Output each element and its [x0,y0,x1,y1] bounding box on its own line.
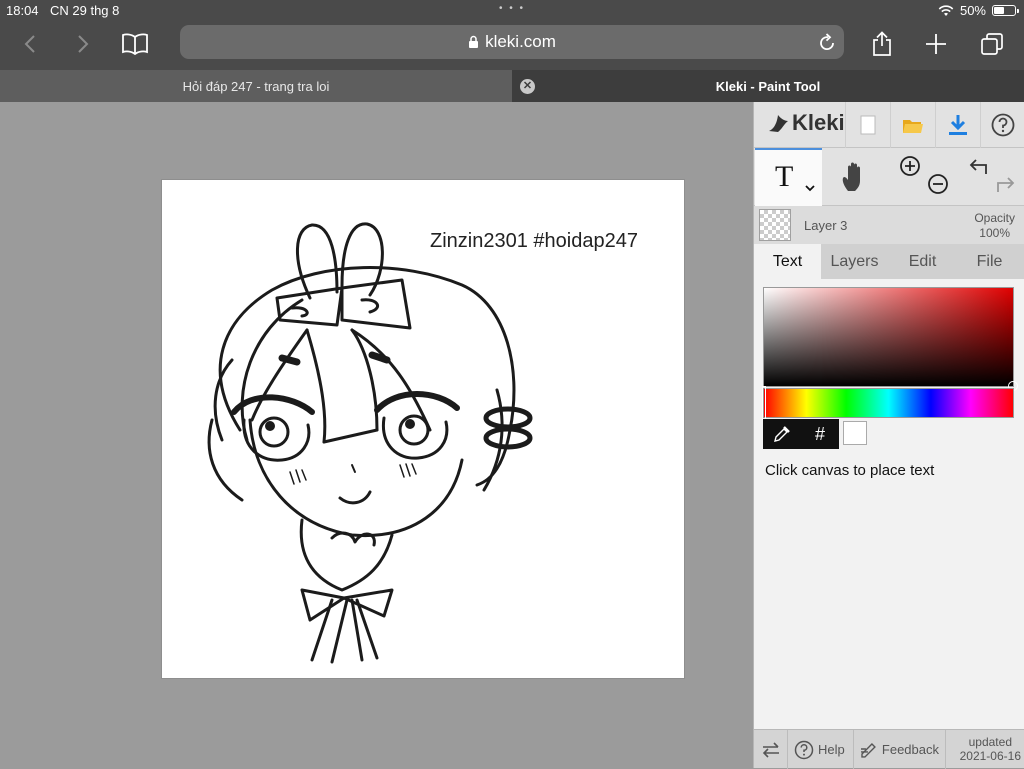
drawing-canvas[interactable]: Zinzin2301 #hoidap247 [162,180,684,678]
hand-tool-button[interactable] [822,148,888,206]
reload-icon[interactable] [818,32,836,52]
eyedropper-icon [774,426,790,442]
tab-kleki[interactable]: Kleki - Paint Tool [512,70,1024,102]
tab-edit-label: Edit [908,252,937,270]
tab-file-label: File [976,252,1003,270]
battery-percent: 50% [959,3,986,18]
zoom-buttons [890,148,956,206]
help-label: Help [818,742,845,757]
chevron-left-icon [24,35,35,53]
share-button[interactable] [866,30,898,58]
tabs-overview-button[interactable] [976,30,1008,58]
current-layer-row[interactable]: Layer 3 Opacity 100% [754,206,1024,244]
help-link[interactable]: Help [788,730,854,769]
undo-icon[interactable] [968,156,990,176]
canvas-watermark-text: Zinzin2301 #hoidap247 [430,230,638,252]
hand-icon [842,162,860,191]
updated-date: 2021-06-16 [959,749,1021,763]
hue-slider[interactable] [762,386,1014,420]
kleki-logo-text: Kleki [792,110,845,135]
help-icon [794,740,814,759]
kleki-panel: Kleki T Layer 3 Opacity 100% Text Layers… [753,102,1024,769]
text-tool-icon: T [775,160,794,193]
hue-slider-handle[interactable] [762,386,766,420]
status-date: CN 29 thg 8 [50,3,120,18]
panel-header: Kleki [754,102,1024,148]
feedback-pen-icon [860,742,876,758]
help-button[interactable] [980,102,1024,148]
tab-layers[interactable]: Layers [821,244,888,279]
text-tool-button[interactable]: T [755,148,822,206]
opacity-label: Opacity [974,211,1015,225]
kleki-logo[interactable]: Kleki [766,110,845,136]
plus-icon [926,34,946,54]
opacity-value: 100% [979,226,1010,240]
zoom-in-icon[interactable] [898,154,922,178]
tab-file[interactable]: File [956,244,1023,279]
eyedropper-button[interactable] [763,419,801,449]
chevron-down-icon[interactable] [805,184,815,192]
updated-label: updated [968,735,1012,749]
folder-icon [903,120,923,133]
help-icon [991,113,1015,137]
tab-layers-label: Layers [830,252,879,270]
close-tab-icon[interactable]: ✕ [520,79,535,94]
status-right: 50% [938,3,1019,18]
text-tool-hint: Click canvas to place text [765,462,935,479]
panel-footer: Help Feedback updated 2021-06-16 [754,729,1024,769]
hex-input-button[interactable]: # [801,419,839,449]
kleki-logo-icon [769,115,788,132]
tab-hoidap[interactable]: Hỏi đáp 247 - trang tra loi [0,70,512,102]
download-icon [949,115,967,135]
tool-row: T [754,148,1024,206]
status-bar: 18:04 CN 29 thg 8 • • • 50% [0,0,1024,22]
chevron-right-icon [78,35,89,53]
download-button[interactable] [935,102,980,148]
battery-icon [992,5,1019,16]
current-color-swatch[interactable] [843,421,867,445]
tabs-icon [981,33,1003,55]
browser-toolbar: kleki.com [0,22,1024,70]
url-text: kleki.com [485,32,556,51]
new-image-button[interactable] [845,102,890,148]
status-time: 18:04 [6,3,39,18]
tab-label: Hỏi đáp 247 - trang tra loi [182,78,330,94]
hex-symbol: # [814,423,825,444]
zoom-out-icon[interactable] [926,172,950,196]
feedback-link[interactable]: Feedback [854,730,946,769]
tab-text-label: Text [772,252,803,270]
wifi-icon [938,4,954,16]
tab-edit[interactable]: Edit [889,244,956,279]
forward-button[interactable] [67,30,99,58]
open-file-button[interactable] [890,102,935,148]
new-tab-button[interactable] [920,30,952,58]
tab-label: Kleki - Paint Tool [715,78,821,94]
new-page-icon [860,115,876,135]
swap-arrows-icon [762,741,779,758]
layer-opacity[interactable]: Opacity 100% [974,211,1015,241]
share-icon [873,31,891,56]
swap-side-button[interactable] [754,730,788,769]
sketch-drawing [207,222,533,664]
lock-icon [469,35,479,48]
layer-thumbnail [759,209,791,241]
updated-info: updated 2021-06-16 [960,735,1021,763]
feedback-label: Feedback [881,742,939,757]
url-bar[interactable]: kleki.com [180,25,844,59]
undo-redo-buttons [958,148,1024,206]
workspace[interactable]: Zinzin2301 #hoidap247 [0,102,753,768]
multitasking-dots[interactable]: • • • [499,3,525,14]
text-tool-options: # Click canvas to place text [754,279,1024,729]
panel-tabs: Text Layers Edit File [754,244,1024,279]
layer-name: Layer 3 [804,218,848,233]
tab-text[interactable]: Text [754,244,821,279]
redo-icon[interactable] [994,174,1016,194]
bookmarks-button[interactable] [119,30,151,58]
tab-strip: Hỏi đáp 247 - trang tra loi Kleki - Pain… [0,70,1024,102]
color-saturation-value-picker[interactable] [763,287,1018,391]
book-icon [122,33,148,55]
back-button[interactable] [14,30,46,58]
